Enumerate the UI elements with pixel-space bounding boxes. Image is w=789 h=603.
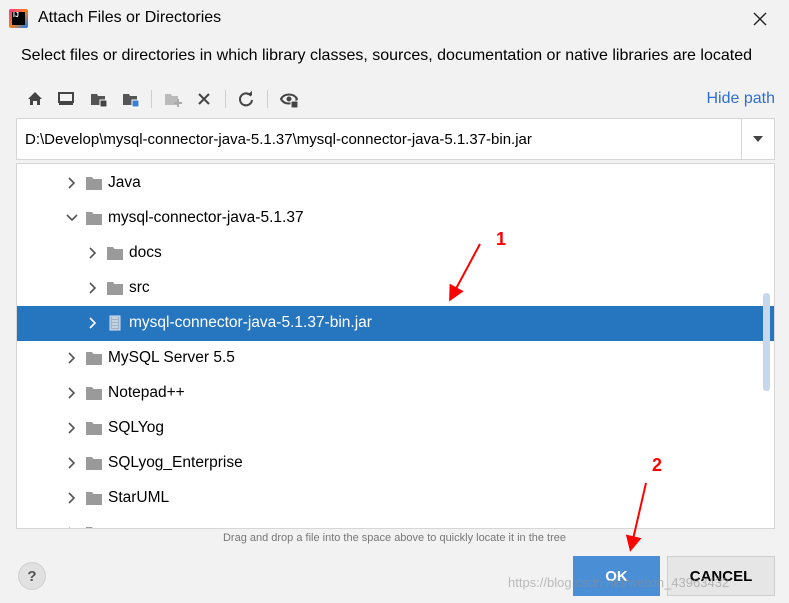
annotation-number-2: 2 <box>652 455 663 475</box>
annotation-number-1: 1 <box>496 229 507 249</box>
annotation-arrow-1 <box>449 243 481 302</box>
annotation-overlay <box>449 243 647 552</box>
annotation-arrow-2 <box>625 482 647 552</box>
